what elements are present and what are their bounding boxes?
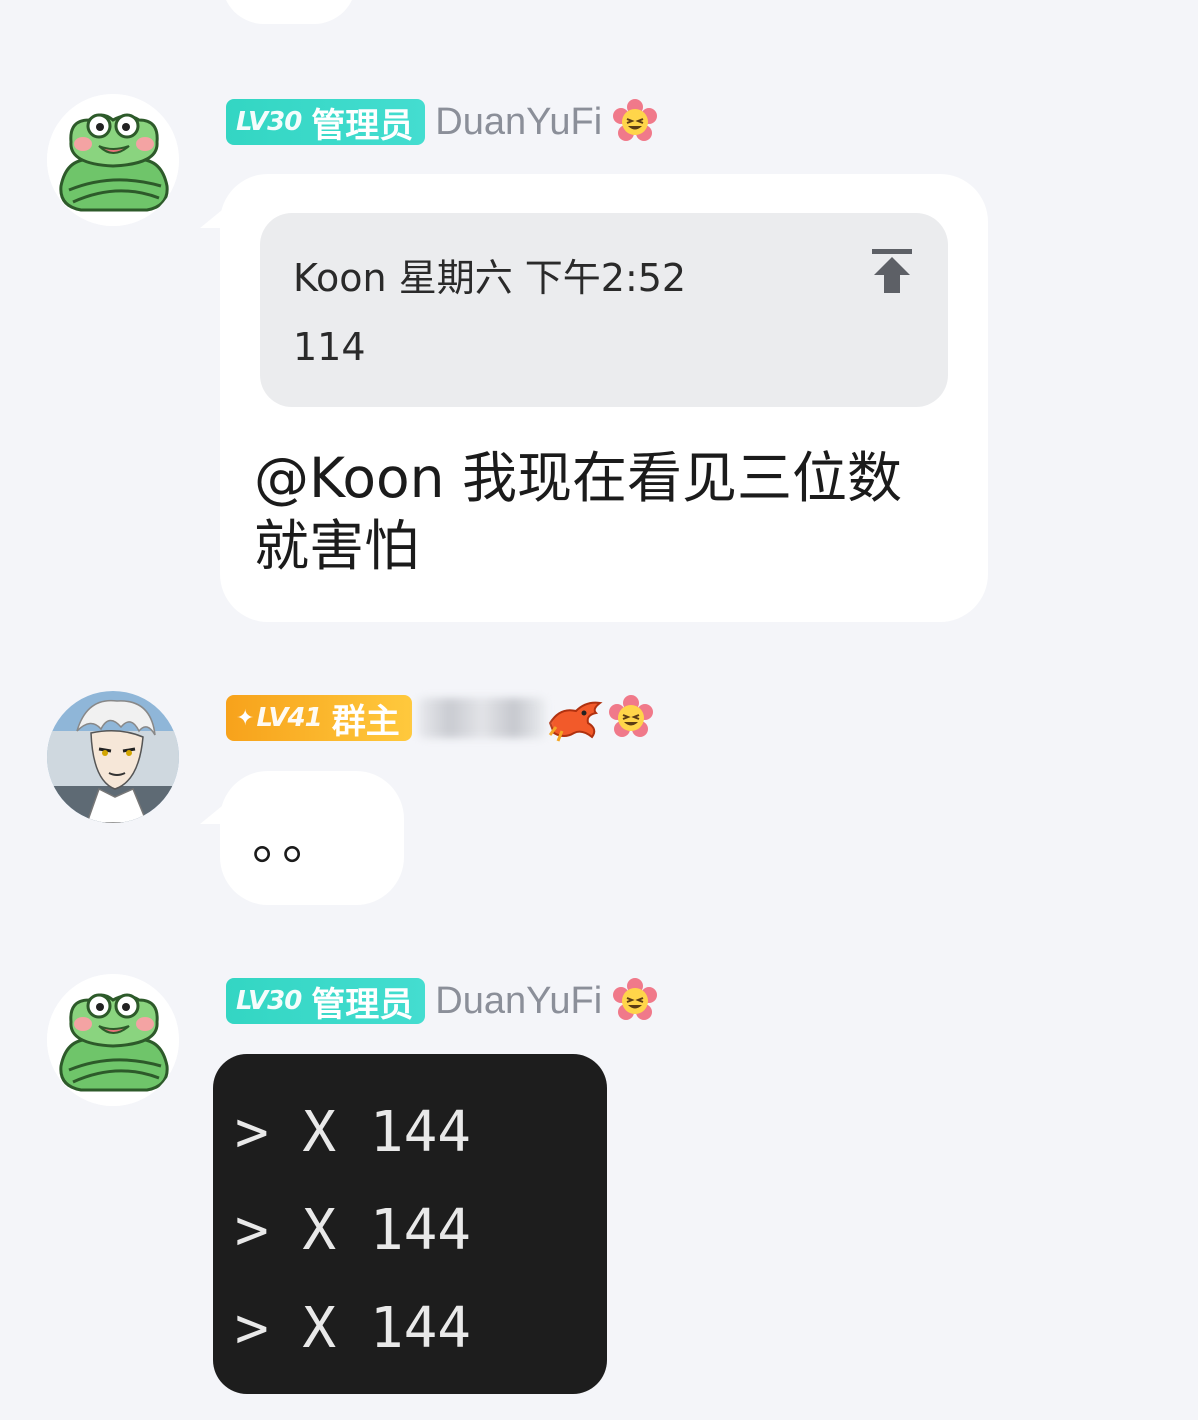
terminal-line: > X 144 (235, 1296, 472, 1361)
flower-face-icon (613, 978, 658, 1020)
quote-text: 114 (293, 325, 366, 369)
dragon-icon (548, 701, 603, 742)
image-message[interactable]: > X 144 > X 144 > X 144 (213, 1054, 607, 1394)
avatar[interactable] (47, 94, 179, 226)
terminal-line: > X 144 (235, 1198, 472, 1263)
anime-character-avatar-icon (47, 691, 179, 823)
flower-face-icon (608, 695, 653, 737)
star-icon: ✦ (236, 705, 255, 731)
message-text: 。。 (252, 812, 339, 872)
avatar[interactable] (47, 974, 179, 1106)
quote-author-time: Koon 星期六 下午2:52 (293, 256, 687, 300)
level-badge-owner: ✦ LV41 群主 (226, 695, 412, 742)
message-header: LV30 管理员 DuanYuFi (226, 97, 658, 147)
avatar[interactable] (47, 691, 179, 823)
badge-role: 群主 (331, 701, 400, 742)
frog-avatar-icon (47, 974, 179, 1106)
previous-message-bubble[interactable] (222, 0, 356, 24)
badge-level: LV41 (256, 703, 322, 733)
message-text-line: @Koon 我现在看见三位数 (254, 446, 902, 510)
message-header: ✦ LV41 群主 (226, 693, 654, 743)
badge-level: LV30 (236, 986, 302, 1016)
quoted-message[interactable]: Koon 星期六 下午2:52 114 (260, 213, 948, 407)
message-text-line: 就害怕 (254, 514, 420, 578)
chat-view: LV30 管理员 DuanYuFi Koon 星期六 下午2:52 114 @K… (0, 0, 1198, 1420)
message-header: LV30 管理员 DuanYuFi (226, 976, 658, 1026)
jump-to-quote-icon[interactable] (870, 247, 914, 295)
username[interactable]: DuanYuFi (435, 980, 602, 1023)
badge-level: LV30 (236, 107, 302, 137)
bubble-tail (200, 806, 222, 824)
level-badge-admin: LV30 管理员 (226, 978, 426, 1025)
blurred-username[interactable] (417, 698, 546, 738)
terminal-line: > X 144 (235, 1100, 472, 1165)
username[interactable]: DuanYuFi (435, 101, 602, 144)
badge-role: 管理员 (311, 105, 414, 146)
flower-face-icon (613, 99, 658, 141)
bubble-tail (200, 210, 222, 228)
level-badge-admin: LV30 管理员 (226, 99, 426, 146)
badge-role: 管理员 (311, 984, 414, 1025)
frog-avatar-icon (47, 94, 179, 226)
